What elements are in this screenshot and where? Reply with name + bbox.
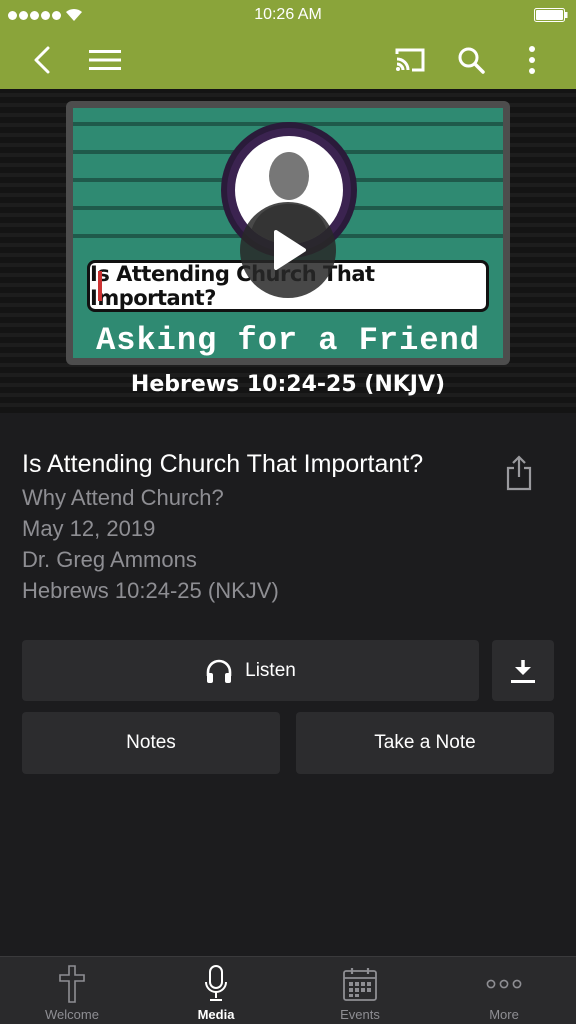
play-button[interactable] [240,202,336,298]
download-button[interactable] [492,640,554,701]
cast-icon [395,48,425,72]
tab-bar: Welcome Media Events More [0,956,576,1024]
listen-button[interactable]: Listen [22,640,479,701]
tab-events[interactable]: Events [288,957,432,1024]
hamburger-menu-icon [89,50,121,70]
sermon-details: Is Attending Church That Important? Why … [22,446,492,606]
calendar-icon [343,968,377,1001]
search-icon [458,47,485,74]
cross-icon [59,965,85,1003]
share-button[interactable] [498,452,540,494]
tab-more-label: More [489,1007,519,1022]
battery-icon [534,8,568,22]
back-button[interactable] [20,38,64,82]
sermon-series: Why Attend Church? [22,485,224,510]
sermon-artwork[interactable]: Is Attending Church That Important? Aski… [0,89,576,413]
share-icon [506,455,532,491]
status-time: 10:26 AM [254,6,322,23]
status-bar: 10:26 AM [0,0,576,30]
listen-label: Listen [245,659,296,681]
play-icon [274,230,306,270]
tab-welcome-label: Welcome [45,1007,99,1022]
vertical-dots-icon [529,46,535,74]
more-options-button[interactable] [510,38,554,82]
tab-more[interactable]: More [432,957,576,1024]
notes-button[interactable]: Notes [22,712,280,774]
headphones-icon [206,659,232,683]
sermon-title: Is Attending Church That Important? [22,450,424,478]
sermon-speaker: Dr. Greg Ammons [22,547,197,572]
artwork-scripture: Hebrews 10:24-25 (NKJV) [130,372,446,397]
chevron-left-icon [34,46,50,74]
take-note-label: Take a Note [374,732,476,753]
tab-media[interactable]: Media [144,957,288,1024]
take-note-button[interactable]: Take a Note [296,712,554,774]
microphone-icon [205,965,227,1001]
sermon-date: May 12, 2019 [22,516,156,541]
top-bar: 10:26 AM [0,0,576,89]
sermon-passage: Hebrews 10:24-25 (NKJV) [22,578,279,603]
menu-button[interactable] [83,38,127,82]
download-icon [511,659,535,683]
tab-welcome[interactable]: Welcome [0,957,144,1024]
artwork-series-title: Asking for a Friend [96,322,480,358]
nav-bar [0,30,576,89]
search-button[interactable] [449,38,493,82]
more-dots-icon [486,979,522,989]
cast-button[interactable] [388,38,432,82]
tab-events-label: Events [340,1007,380,1022]
notes-label: Notes [126,732,176,753]
tab-media-label: Media [197,1007,235,1022]
